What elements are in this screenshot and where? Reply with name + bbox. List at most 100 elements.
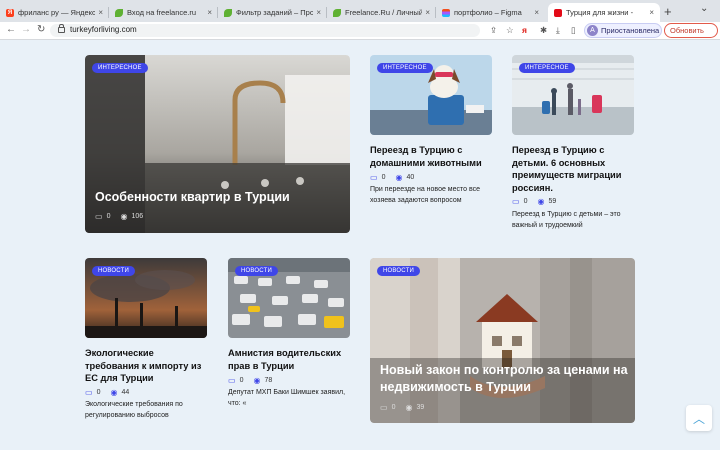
comment-count: 0 xyxy=(391,404,396,411)
comment-icon: ▭ xyxy=(228,376,236,385)
turkey-site-icon xyxy=(554,8,562,17)
tab-title: Турция для жизни - xyxy=(566,8,634,17)
eye-icon: ◉ xyxy=(537,197,545,206)
category-badge[interactable]: НОВОСТИ xyxy=(235,266,278,276)
category-badge[interactable]: ИНТЕРЕСНОЕ xyxy=(519,63,575,73)
article-meta: ▭ 0 ◉ 44 xyxy=(85,388,139,397)
forward-arrow-icon[interactable]: → xyxy=(21,24,31,35)
reload-icon[interactable]: ↻ xyxy=(37,24,45,35)
eye-icon: ◉ xyxy=(110,388,118,397)
url-text[interactable]: turkeyforliving.com xyxy=(70,25,137,34)
comment-count: 0 xyxy=(96,389,101,396)
tab-title: Freelance.Ru / Личный каб xyxy=(345,8,423,17)
toolbar: ← → ↻ turkeyforliving.com ⇪ ☆ я ✱ ⤓ ▯ А … xyxy=(0,22,720,40)
article-card-amnesty[interactable]: НОВОСТИ Амнистия водительских прав в Тур… xyxy=(228,258,350,428)
bookmark-star-icon[interactable]: ☆ xyxy=(506,25,514,36)
freelance-leaf-icon xyxy=(333,8,341,17)
tab-title: Вход на freelance.ru xyxy=(127,8,197,17)
new-tab-icon[interactable]: + xyxy=(664,4,672,19)
close-tab-icon[interactable]: × xyxy=(98,8,103,17)
address-bar[interactable]: turkeyforliving.com xyxy=(50,24,480,37)
view-count: 59 xyxy=(548,198,557,205)
close-tab-icon[interactable]: × xyxy=(534,8,539,17)
article-title[interactable]: Особенности квартир в Турции xyxy=(95,189,345,206)
article-meta: ▭ 0 ◉ 106 xyxy=(95,212,153,221)
article-meta: ▭ 0 ◉ 40 xyxy=(370,173,424,182)
back-arrow-icon[interactable]: ← xyxy=(6,24,16,35)
comment-count: 0 xyxy=(381,174,386,181)
category-badge[interactable]: ИНТЕРЕСНОЕ xyxy=(92,63,148,73)
view-count: 40 xyxy=(406,174,415,181)
article-meta: ▭ 0 ◉ 39 xyxy=(380,403,434,412)
tab-yandex[interactable]: Я фриланс ру — Яндекс: наш × xyxy=(0,3,109,22)
figma-icon xyxy=(442,8,450,17)
house-in-hands-photo xyxy=(370,258,635,423)
comment-icon: ▭ xyxy=(512,197,520,206)
eye-icon: ◉ xyxy=(405,403,413,412)
tab-strip: Я фриланс ру — Яндекс: наш × Вход на fre… xyxy=(0,0,720,22)
close-tab-icon[interactable]: × xyxy=(649,8,654,17)
tab-turkey-for-living[interactable]: Турция для жизни - × xyxy=(548,3,660,22)
article-title[interactable]: Новый закон по контролю за ценами на нед… xyxy=(380,362,630,396)
update-button[interactable]: Обновить xyxy=(664,23,718,38)
update-label: Обновить xyxy=(670,26,704,35)
article-card-real-estate-law[interactable]: НОВОСТИ Новый закон по контролю за ценам… xyxy=(370,258,635,423)
extensions-puzzle-icon[interactable]: ✱ xyxy=(540,25,547,36)
view-count: 78 xyxy=(264,377,273,384)
comment-icon: ▭ xyxy=(95,212,103,221)
view-count: 44 xyxy=(121,389,130,396)
side-panel-icon[interactable]: ▯ xyxy=(571,25,576,36)
article-title[interactable]: Амнистия водительских прав в Турции xyxy=(228,347,350,372)
close-tab-icon[interactable]: × xyxy=(425,8,430,17)
yandex-icon: Я xyxy=(6,8,14,17)
comment-count: 0 xyxy=(239,377,244,384)
tab-task-filter[interactable]: Фильтр заданий – Проекты × xyxy=(218,3,327,22)
comment-icon: ▭ xyxy=(85,388,93,397)
tab-freelance-login[interactable]: Вход на freelance.ru × xyxy=(109,3,218,22)
comment-icon: ▭ xyxy=(380,403,388,412)
avatar: А xyxy=(587,25,598,36)
category-badge[interactable]: НОВОСТИ xyxy=(92,266,135,276)
tab-search-chevron-icon[interactable]: ⌄ xyxy=(700,3,708,14)
freelance-leaf-icon xyxy=(224,8,232,17)
comment-count: 0 xyxy=(106,213,111,220)
view-count: 39 xyxy=(416,404,425,411)
download-icon[interactable]: ⤓ xyxy=(556,25,560,36)
yandex-extension-icon[interactable]: я xyxy=(522,25,527,35)
view-count: 106 xyxy=(131,213,144,220)
lock-icon xyxy=(58,24,65,33)
article-excerpt: Переезд в Турцию с детьми – это важный и… xyxy=(512,211,621,229)
article-title[interactable]: Переезд в Турцию с детьми. 6 основных пр… xyxy=(512,144,634,194)
share-icon[interactable]: ⇪ xyxy=(490,25,497,36)
article-meta: ▭ 0 ◉ 78 xyxy=(228,376,282,385)
tab-title: фриланс ру — Яндекс: наш xyxy=(18,8,96,17)
close-tab-icon[interactable]: × xyxy=(316,8,321,17)
article-excerpt: Депутат МХП Баки Шимшек заявил, что: « xyxy=(228,389,346,407)
profile-button[interactable]: А Приостановлена xyxy=(584,23,662,38)
tab-freelance-cabinet[interactable]: Freelance.Ru / Личный каб × xyxy=(327,3,436,22)
profile-status: Приостановлена xyxy=(601,26,660,35)
eye-icon: ◉ xyxy=(253,376,261,385)
article-excerpt: Экологические требования по регулировани… xyxy=(85,401,183,419)
kitchen-photo xyxy=(85,55,350,233)
tab-title: портфолио – Figma xyxy=(454,8,522,17)
category-badge[interactable]: НОВОСТИ xyxy=(377,266,420,276)
tab-figma[interactable]: портфолио – Figma × xyxy=(436,3,545,22)
close-tab-icon[interactable]: × xyxy=(207,8,212,17)
comment-count: 0 xyxy=(523,198,528,205)
freelance-leaf-icon xyxy=(115,8,123,17)
article-title[interactable]: Переезд в Турцию с домашними животными xyxy=(370,144,492,169)
tab-title: Фильтр заданий – Проекты xyxy=(236,8,314,17)
article-image[interactable] xyxy=(85,55,350,233)
article-title[interactable]: Экологические требования к импорту из ЕС… xyxy=(85,347,207,385)
article-excerpt: При переезде на новое место все хозяева … xyxy=(370,186,481,204)
scroll-to-top-button[interactable]: ︿ xyxy=(686,405,712,431)
article-image[interactable] xyxy=(370,258,635,423)
comment-icon: ▭ xyxy=(370,173,378,182)
article-card-apartments[interactable]: ИНТЕРЕСНОЕ Особенности квартир в Турции … xyxy=(85,55,350,233)
article-card-kids[interactable]: ИНТЕРЕСНОЕ Переезд в Турцию с детьми. 6 … xyxy=(512,55,634,235)
article-card-eco[interactable]: НОВОСТИ Экологические требования к импор… xyxy=(85,258,207,428)
article-card-pets[interactable]: ИНТЕРЕСНОЕ Переезд в Турцию с домашними … xyxy=(370,55,492,235)
eye-icon: ◉ xyxy=(120,212,128,221)
category-badge[interactable]: ИНТЕРЕСНОЕ xyxy=(377,63,433,73)
